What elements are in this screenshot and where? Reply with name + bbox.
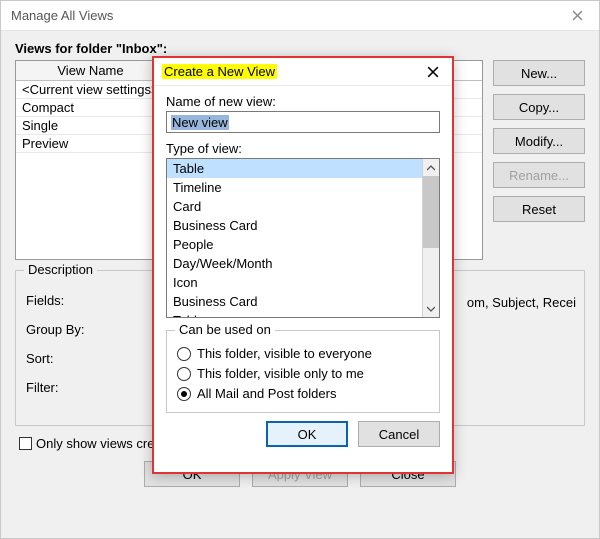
list-item[interactable]: People <box>167 235 422 254</box>
list-item[interactable]: Table <box>167 311 422 317</box>
scope-option-all-folders[interactable]: All Mail and Post folders <box>177 386 429 401</box>
list-item[interactable]: Business Card <box>167 292 422 311</box>
name-of-view-value: New view <box>171 115 229 130</box>
name-of-view-input[interactable]: New view <box>166 111 440 133</box>
scope-option-only-me[interactable]: This folder, visible only to me <box>177 366 429 381</box>
list-item[interactable]: Day/Week/Month <box>167 254 422 273</box>
scroll-thumb[interactable] <box>423 176 439 248</box>
type-of-view-label: Type of view: <box>166 141 440 156</box>
main-close-button[interactable] <box>555 1 599 31</box>
radio-icon[interactable] <box>177 387 191 401</box>
chevron-up-icon <box>427 165 435 171</box>
scope-label: This folder, visible only to me <box>197 366 364 381</box>
scroll-up-button[interactable] <box>423 159 439 176</box>
scroll-track[interactable] <box>423 248 439 300</box>
sub-body: Name of new view: New view Type of view:… <box>154 86 452 457</box>
view-name-cell: Preview <box>16 135 166 152</box>
scope-label: All Mail and Post folders <box>197 386 336 401</box>
close-icon <box>572 10 583 21</box>
views-for-folder-label: Views for folder "Inbox": <box>15 41 585 56</box>
type-list-scrollbar[interactable] <box>422 159 439 317</box>
sub-dialog-buttons: OK Cancel <box>166 421 440 447</box>
main-titlebar: Manage All Views <box>1 1 599 31</box>
type-list-items: Table Timeline Card Business Card People… <box>167 159 422 317</box>
side-buttons: New... Copy... Modify... Rename... Reset <box>493 60 585 222</box>
list-item[interactable]: Icon <box>167 273 422 292</box>
reset-button[interactable]: Reset <box>493 196 585 222</box>
list-item[interactable]: Business Card <box>167 216 422 235</box>
can-be-used-on-group: Can be used on This folder, visible to e… <box>166 330 440 413</box>
scope-label: This folder, visible to everyone <box>197 346 372 361</box>
scope-option-everyone[interactable]: This folder, visible to everyone <box>177 346 429 361</box>
close-icon <box>427 66 439 78</box>
list-item[interactable]: Table <box>167 159 422 178</box>
radio-icon[interactable] <box>177 347 191 361</box>
scroll-down-button[interactable] <box>423 300 439 317</box>
copy-button[interactable]: Copy... <box>493 94 585 120</box>
main-title: Manage All Views <box>11 8 113 23</box>
view-name-cell: <Current view settings> <box>16 81 166 98</box>
list-item[interactable]: Card <box>167 197 422 216</box>
sub-ok-button[interactable]: OK <box>266 421 348 447</box>
description-legend: Description <box>24 262 97 277</box>
scope-legend: Can be used on <box>175 322 275 337</box>
only-show-checkbox[interactable] <box>19 437 32 450</box>
column-view-name[interactable]: View Name <box>16 61 166 80</box>
radio-icon[interactable] <box>177 367 191 381</box>
view-name-cell: Compact <box>16 99 166 116</box>
rename-button: Rename... <box>493 162 585 188</box>
list-item[interactable]: Timeline <box>167 178 422 197</box>
name-of-view-label: Name of new view: <box>166 94 440 109</box>
modify-button[interactable]: Modify... <box>493 128 585 154</box>
type-of-view-list[interactable]: Table Timeline Card Business Card People… <box>166 158 440 318</box>
fields-value: om, Subject, Recei <box>467 295 576 310</box>
sub-titlebar: Create a New View <box>154 58 452 86</box>
new-button[interactable]: New... <box>493 60 585 86</box>
create-new-view-dialog: Create a New View Name of new view: New … <box>152 56 454 474</box>
sub-title: Create a New View <box>162 64 277 79</box>
view-name-cell: Single <box>16 117 166 134</box>
sub-cancel-button[interactable]: Cancel <box>358 421 440 447</box>
chevron-down-icon <box>427 306 435 312</box>
sub-close-button[interactable] <box>420 61 446 83</box>
